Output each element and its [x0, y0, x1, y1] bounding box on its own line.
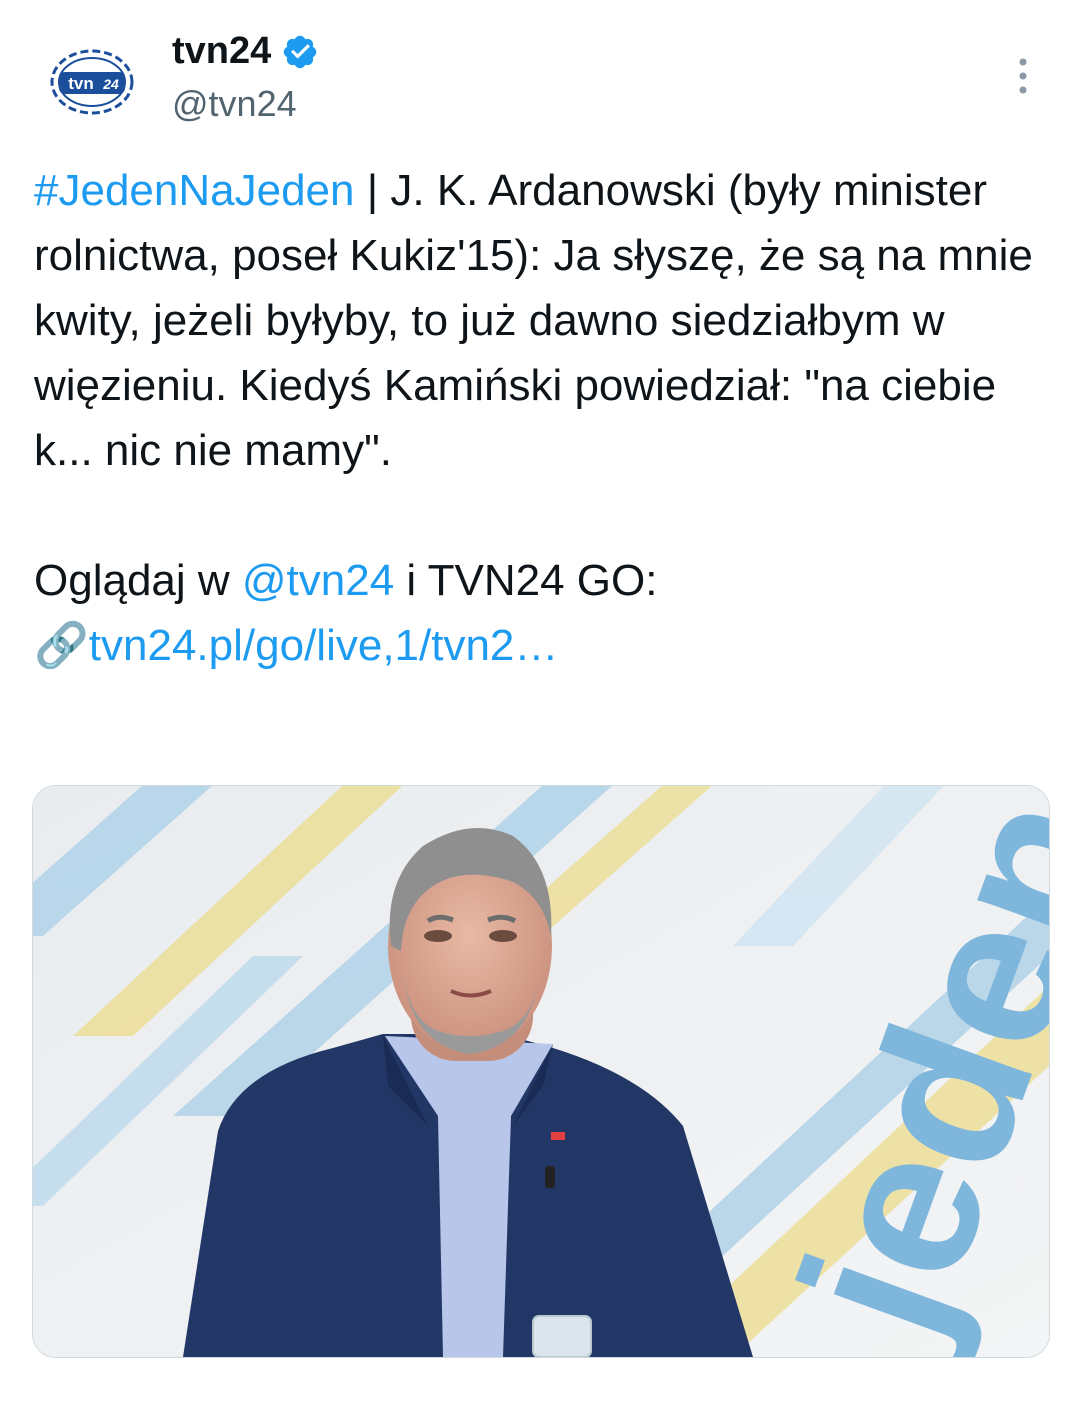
more-options-button[interactable]: [1010, 46, 1036, 106]
account-names: tvn24 @tvn24: [172, 30, 319, 125]
url-link[interactable]: tvn24.pl/go/live,1/tvn2…: [89, 621, 559, 670]
tweet-image[interactable]: jeden: [32, 785, 1050, 1358]
tweet-text: #JedenNaJeden | J. K. Ardanowski (były m…: [34, 158, 1044, 678]
tvn24-logo-icon: tvn 24: [50, 49, 134, 115]
tweet-body-1: | J. K. Ardanowski (były minister rolnic…: [34, 166, 1033, 605]
link-icon: 🔗: [34, 621, 89, 670]
more-vertical-icon: [1019, 58, 1027, 94]
logo-badge: 24: [102, 76, 119, 92]
handle[interactable]: @tvn24: [172, 83, 319, 125]
avatar[interactable]: tvn 24: [34, 24, 150, 140]
hashtag-link[interactable]: #JedenNaJeden: [34, 166, 354, 215]
display-name[interactable]: tvn24: [172, 30, 271, 73]
verified-badge-icon: [284, 35, 317, 68]
studio-photo: jeden: [33, 786, 1049, 1357]
logo-text: tvn: [68, 74, 94, 93]
mention-link[interactable]: @tvn24: [242, 556, 394, 605]
tweet-header: tvn 24 tvn24 @tvn24: [34, 24, 1046, 144]
tweet-body-2: i TVN24 GO:: [406, 556, 658, 605]
